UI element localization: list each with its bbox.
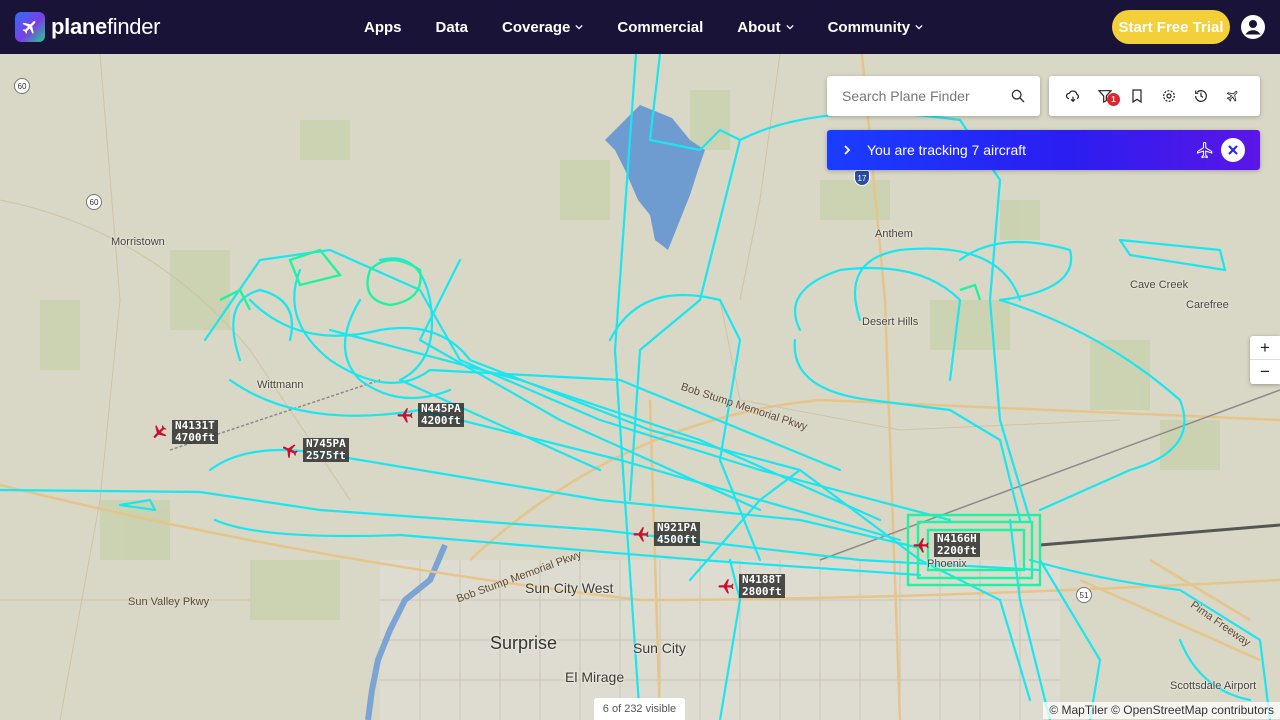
aircraft-label[interactable]: N4131T 4700ft <box>172 420 218 444</box>
tracking-settings-icon <box>1226 91 1238 102</box>
tracking-text: You are tracking 7 aircraft <box>867 142 1027 158</box>
place-label: Sun City <box>633 640 686 656</box>
history-icon <box>1195 90 1207 102</box>
zoom-in-button[interactable]: + <box>1250 336 1280 360</box>
aircraft-icon <box>633 527 649 542</box>
place-label: Surprise <box>490 633 558 653</box>
route-shield: 51 <box>1076 587 1092 603</box>
chevron-down-icon <box>575 24 584 30</box>
aircraft-label[interactable]: N4188T 2800ft <box>739 574 785 598</box>
aircraft-icon <box>153 425 167 438</box>
place-label: Morristown <box>111 236 165 248</box>
chevron-down-icon <box>915 24 923 30</box>
place-label: Wittmann <box>257 379 304 391</box>
start-free-trial-button[interactable]: Start Free Trial <box>1112 10 1230 44</box>
search-box <box>827 76 1040 116</box>
tracking-banner: You are tracking 7 aircraft <box>827 130 1260 170</box>
zoom-out-button[interactable]: − <box>1250 360 1280 384</box>
map-toolbar: 1 <box>1049 76 1260 116</box>
nav-data[interactable]: Data <box>424 19 481 36</box>
aircraft-marker[interactable]: N4188T 2800ft <box>717 574 785 598</box>
user-circle-icon[interactable] <box>1241 15 1265 39</box>
filter-count-badge: 1 <box>1107 93 1120 106</box>
nav-community[interactable]: Community <box>816 19 936 36</box>
aircraft-label[interactable]: N4166H 2200ft <box>934 533 980 557</box>
chevron-right-icon[interactable] <box>841 144 853 156</box>
road-label: Sun Valley Pkwy <box>128 596 210 608</box>
nav-about[interactable]: About <box>725 19 805 36</box>
zoom-control: + − <box>1250 336 1280 384</box>
interstate-shield: 17 <box>854 170 870 186</box>
search-icon[interactable] <box>1010 88 1026 104</box>
close-tracking-button[interactable] <box>1221 138 1245 162</box>
bookmark-button[interactable] <box>1121 76 1153 116</box>
weather-button[interactable] <box>1057 76 1089 116</box>
aircraft-marker[interactable]: N745PA 2575ft <box>281 438 349 462</box>
nav-coverage[interactable]: Coverage <box>490 19 595 36</box>
weather-icon <box>1065 90 1079 103</box>
aircraft-marker[interactable]: N4131T 4700ft <box>150 420 218 444</box>
close-icon <box>1228 145 1238 155</box>
aircraft-marker[interactable]: N921PA 4500ft <box>632 522 700 546</box>
settings-icon <box>1163 90 1175 102</box>
brand-name: planefinder <box>51 14 161 39</box>
aircraft-icon <box>283 444 298 459</box>
aircraft-label[interactable]: N921PA 4500ft <box>654 522 700 546</box>
search-input[interactable] <box>842 88 1002 104</box>
tracking-settings-button[interactable] <box>1217 76 1249 116</box>
top-header: planefinder Apps Data Coverage Commercia… <box>0 0 1280 54</box>
route-shield: 60 <box>14 78 30 94</box>
history-button[interactable] <box>1185 76 1217 116</box>
place-label: Scottsdale Airport <box>1170 680 1257 692</box>
bookmark-icon <box>1132 89 1142 104</box>
aircraft-marker[interactable]: N445PA 4200ft <box>396 403 464 427</box>
main-nav: Apps Data Coverage Commercial About Comm… <box>352 0 945 54</box>
plane-icon <box>1196 141 1213 159</box>
planefinder-logo[interactable]: planefinder <box>15 12 161 42</box>
chevron-down-icon <box>785 24 794 30</box>
place-label: Anthem <box>875 228 913 240</box>
place-label: Sun City West <box>525 580 614 596</box>
place-label: Phoenix <box>927 558 967 570</box>
aircraft-label[interactable]: N445PA 4200ft <box>418 403 464 427</box>
aircraft-label[interactable]: N745PA 2575ft <box>303 438 349 462</box>
route-shield: 60 <box>86 194 102 210</box>
place-label: El Mirage <box>565 669 625 685</box>
place-label: Desert Hills <box>862 316 919 328</box>
nav-apps[interactable]: Apps <box>352 19 414 36</box>
visible-count-badge: 6 of 232 visible <box>594 698 685 720</box>
aircraft-icon <box>397 408 413 423</box>
settings-button[interactable] <box>1153 76 1185 116</box>
filter-button[interactable]: 1 <box>1089 76 1121 116</box>
aircraft-icon <box>718 579 734 594</box>
place-label: Carefree <box>1186 299 1229 311</box>
aircraft-marker[interactable]: N4166H 2200ft <box>912 533 980 557</box>
place-label: Cave Creek <box>1130 279 1189 291</box>
plane-logo-icon <box>15 12 45 42</box>
nav-commercial[interactable]: Commercial <box>605 19 715 36</box>
map-attribution[interactable]: © MapTiler © OpenStreetMap contributors <box>1043 702 1280 719</box>
aircraft-icon <box>913 538 929 553</box>
